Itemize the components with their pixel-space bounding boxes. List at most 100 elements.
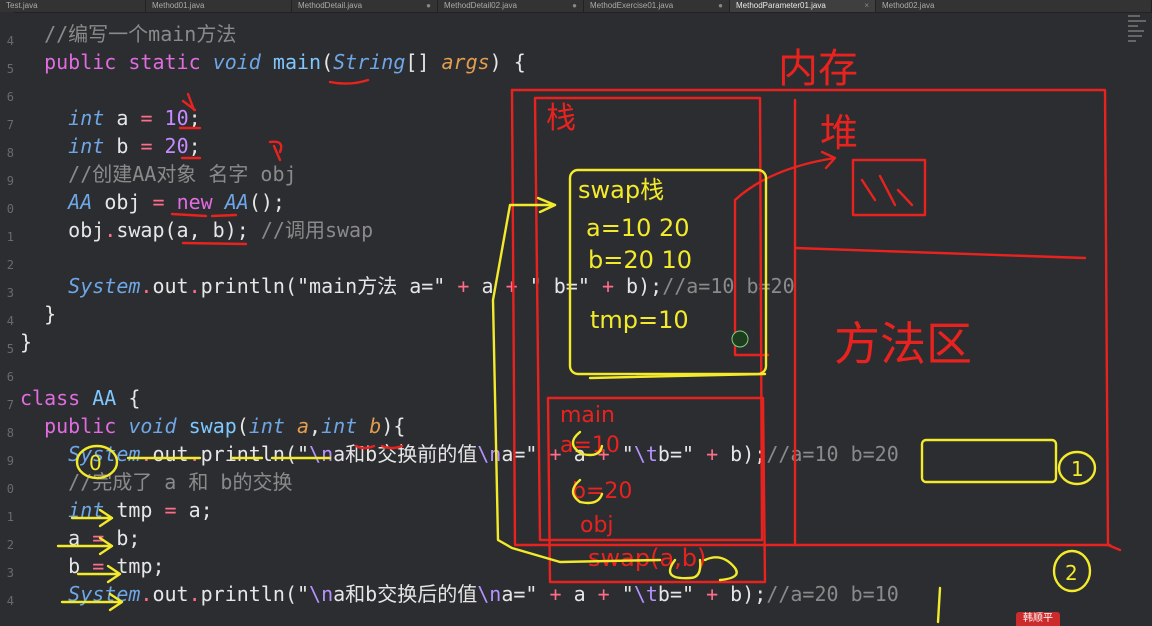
class-name: AA [92,386,117,410]
method-name: swap [188,414,237,438]
number: 20 [164,134,189,158]
code-line: b = tmp; [68,554,165,578]
code-line: obj.swap(a, b); //调用swap [68,218,374,242]
code-line: a = b; [68,526,141,550]
comment: //调用swap [260,218,374,242]
code-line: } [20,302,57,326]
type: int [68,106,105,130]
param: a [297,414,310,438]
tab-label: MethodParameter01.java [736,1,826,10]
code-line: //完成了 a 和 b的交换 [20,468,292,496]
type: int [68,134,105,158]
code-line: //编写一个main方法 [20,20,236,48]
line-number: 9 [6,454,14,468]
line-number: 5 [6,342,14,356]
string: b=" [657,442,695,466]
escape: \n [477,582,502,606]
escape: \n [309,582,334,606]
line-number: 4 [6,314,14,328]
number: 10 [164,106,189,130]
code-line: class AA { [20,386,141,410]
line-number-gutter: 4 5 6 7 8 9 0 1 2 3 4 5 6 7 8 9 0 1 2 3 … [0,12,14,626]
keyword: class [20,386,81,410]
watermark-badge: 韩顺平 [1016,612,1060,626]
line-number: 3 [6,286,14,300]
tab-method02-java[interactable]: Method02.java [876,0,1152,12]
keyword: public [44,50,117,74]
identifier: a [68,526,81,550]
keyword: void [212,50,261,74]
escape: \n [477,442,502,466]
identifier: tmp [116,554,153,578]
param: args [441,50,490,74]
method-call: println [200,582,285,606]
line-number: 6 [6,370,14,384]
string: " [621,582,634,606]
code-line: System.out.println("main方法 a=" + a + " b… [68,274,795,298]
tab-methoddetail-java[interactable]: MethodDetail.java ● [292,0,438,12]
tab-label: MethodDetail.java [298,1,363,10]
line-number: 9 [6,174,14,188]
line-number: 4 [6,594,14,608]
line-number: 8 [6,426,14,440]
tab-label: Test.java [6,1,38,10]
escape: \n [309,442,334,466]
type: int [248,414,285,438]
comment: //创建AA对象 名字 obj [68,162,297,186]
param: b [369,414,382,438]
code-line: System.out.println("\na和b交换前的值\na=" + a … [68,442,899,466]
type: int [68,498,105,522]
string: a和b交换后的值 [333,582,478,606]
identifier: b [68,554,81,578]
comment: //a=20 b=10 [766,582,899,606]
tab-label: MethodExercise01.java [590,1,674,10]
close-tab-icon[interactable]: × [864,0,869,12]
line-number: 6 [6,90,14,104]
keyword: new [176,190,213,214]
identifier: out [152,274,189,298]
code-line: public static void main(String[] args) { [44,50,526,74]
identifier: tmp [116,498,153,522]
identifier: a [481,274,494,298]
escape: \t [633,582,658,606]
arguments: (a, b); [164,218,249,242]
tab-method01-java[interactable]: Method01.java [146,0,292,12]
code-line: //创建AA对象 名字 obj [20,160,297,188]
keyword: void [128,414,177,438]
method-call: println [200,442,285,466]
comment: //完成了 a 和 b的交换 [68,470,293,494]
tab-methodparameter01-java[interactable]: MethodParameter01.java × [730,0,876,12]
type: System [68,274,141,298]
line-number: 4 [6,34,14,48]
tab-label: Method01.java [152,1,205,10]
code-line: System.out.println("\na和b交换后的值\na=" + a … [68,582,899,606]
comment: //a=10 b=20 [662,274,795,298]
line-number: 1 [6,510,14,524]
type: System [68,582,141,606]
line-number: 0 [6,482,14,496]
string: " [296,442,310,466]
tab-label: Method02.java [882,1,935,10]
code-editor[interactable]: //编写一个main方法 public static void main(Str… [20,12,1120,626]
identifier: a [116,106,129,130]
string: " [296,582,310,606]
identifier: obj [104,190,141,214]
tab-test-java[interactable]: Test.java [0,0,146,12]
line-number: 0 [6,202,14,216]
string: "main方法 a=" [296,274,446,298]
tab-methodexercise01-java[interactable]: MethodExercise01.java ● [584,0,730,12]
type: AA [68,190,93,214]
comment: //a=10 b=20 [766,442,899,466]
type: int [321,414,358,438]
line-number: 1 [6,230,14,244]
code-line: AA obj = new AA(); [68,190,285,214]
string: a和b交换前的值 [333,442,478,466]
line-number: 2 [6,258,14,272]
code-line: public void swap(int a,int b){ [44,414,406,438]
identifier: a [573,582,586,606]
minimap[interactable] [1124,12,1152,72]
tab-methoddetail02-java[interactable]: MethodDetail02.java ● [438,0,584,12]
line-number: 5 [6,62,14,76]
identifier: b [730,442,743,466]
line-number: 7 [6,398,14,412]
